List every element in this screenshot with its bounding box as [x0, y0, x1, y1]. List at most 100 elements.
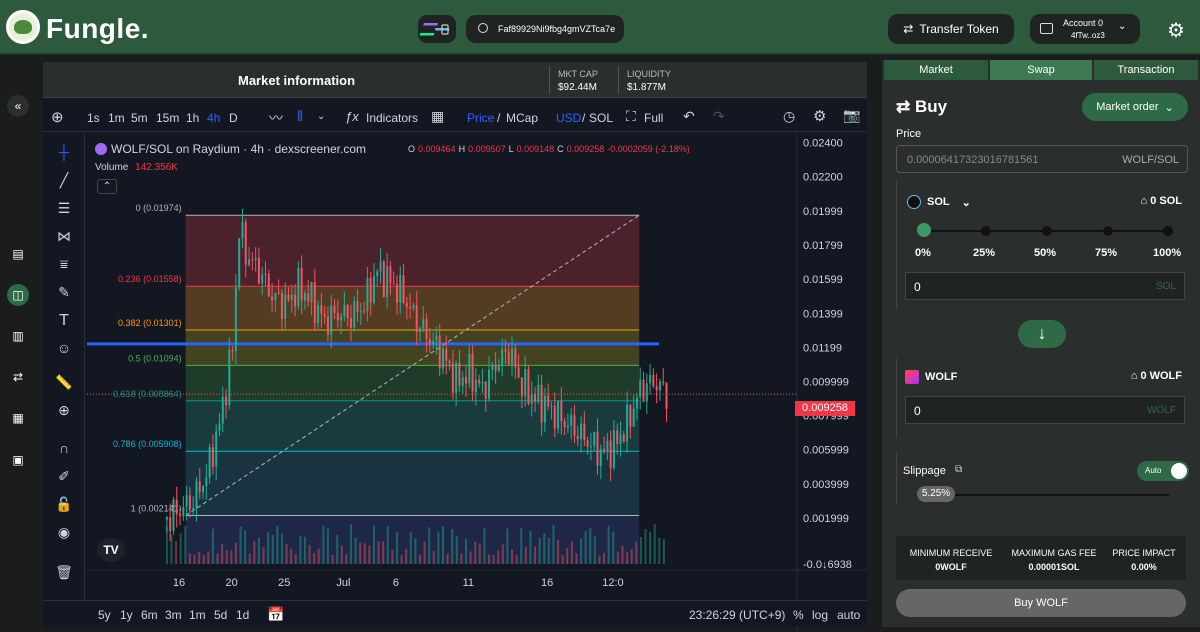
interval-d[interactable]: D	[229, 111, 238, 125]
full-button[interactable]: Full	[644, 111, 663, 125]
undo-icon[interactable]: ↶	[683, 108, 695, 125]
range-3m[interactable]: 3m	[165, 608, 182, 622]
percent-toggle[interactable]: %	[793, 608, 804, 622]
range-5d[interactable]: 5d	[214, 608, 227, 622]
usd-toggle[interactable]: USD	[556, 111, 581, 125]
price-unit: WOLF/SOL	[1122, 154, 1179, 166]
price-field[interactable]: 0.00006417323016781561 WOLF/SOL	[896, 145, 1188, 173]
interval-1s[interactable]: 1s	[87, 111, 100, 125]
range-5y[interactable]: 5y	[98, 608, 111, 622]
fullscreen-icon[interactable]: ⛶	[626, 108, 636, 125]
line-style-icon[interactable]: 〰	[269, 108, 283, 128]
pct-100[interactable]: 100%	[1153, 247, 1181, 259]
range-6m[interactable]: 6m	[141, 608, 158, 622]
slippage-card: Slippage ⧉ Auto 5.25%	[896, 452, 1190, 504]
layout-three-icon[interactable]: ▥	[7, 325, 29, 347]
slider-stop-50[interactable]	[1042, 226, 1052, 236]
brush-icon[interactable]: ✎	[53, 284, 75, 304]
fib-level-label: 0.382 (0.01301)	[118, 318, 182, 328]
interval-1h[interactable]: 1h	[186, 111, 199, 125]
range-1d[interactable]: 1d	[236, 608, 249, 622]
account-selector-button[interactable]: Account 0 4fTw..oz3 ⌄	[1030, 14, 1140, 44]
tradingview-logo[interactable]: TV	[97, 538, 125, 562]
frog-logo-icon[interactable]	[6, 10, 40, 44]
magnet-icon[interactable]: ∩	[53, 440, 75, 460]
tab-transaction[interactable]: Transaction	[1094, 60, 1198, 80]
add-symbol-icon[interactable]: ⊕	[51, 108, 64, 126]
slider-stop-25[interactable]	[981, 226, 991, 236]
price-toggle[interactable]: Price	[467, 111, 494, 125]
collapse-icon[interactable]: «	[7, 95, 29, 117]
eye-icon[interactable]: ◉	[53, 524, 75, 544]
emoji-icon[interactable]: ☺	[53, 340, 75, 360]
lock-icon[interactable]: 🔓	[53, 496, 75, 516]
fib-tools-icon[interactable]: ⩸	[53, 256, 75, 276]
wallet-nav-icon[interactable]: ▣	[7, 449, 29, 471]
pct-50[interactable]: 50%	[1034, 247, 1056, 259]
indicators-button[interactable]: Indicators	[366, 111, 418, 125]
interval-1m[interactable]: 1m	[108, 111, 125, 125]
interval-4h[interactable]: 4h	[207, 111, 220, 125]
candle-body	[234, 287, 237, 352]
layout-two-icon[interactable]: ◫	[7, 284, 29, 306]
candle-body	[241, 222, 244, 239]
chevron-down-icon[interactable]: ⌄	[317, 111, 325, 122]
log-toggle[interactable]: log	[812, 608, 828, 622]
price-chart[interactable]: 0 (0.01974) 0.236 (0.01558) 0.382 (0.01301…	[87, 134, 867, 632]
interval-15m[interactable]: 15m	[156, 111, 179, 125]
slippage-value[interactable]: 5.25%	[917, 486, 955, 502]
mcap-toggle[interactable]: MCap	[506, 111, 538, 125]
slider-stop-75[interactable]	[1103, 226, 1113, 236]
brand-name[interactable]: Fungle.	[46, 13, 149, 45]
slippage-auto-toggle[interactable]: Auto	[1137, 461, 1189, 481]
trash-icon[interactable]: 🗑	[53, 564, 75, 584]
templates-icon[interactable]: ▦	[431, 108, 444, 125]
pct-75[interactable]: 75%	[1095, 247, 1117, 259]
draw-lock-icon[interactable]: ✐	[53, 468, 75, 488]
text-tool-icon[interactable]: T	[53, 312, 75, 332]
camera-icon[interactable]: 📷	[843, 107, 860, 124]
zoom-in-icon[interactable]: ⊕	[53, 402, 75, 422]
amount-slider-thumb[interactable]	[917, 223, 931, 237]
auto-toggle[interactable]: auto	[837, 608, 860, 622]
candle-body	[202, 486, 205, 493]
wolf-amount-input[interactable]: 0 WOLF	[905, 396, 1185, 424]
order-type-dropdown[interactable]: Market order ⌄	[1082, 93, 1188, 121]
chart-nav-icon[interactable]: ▦	[7, 407, 29, 429]
tab-market[interactable]: Market	[884, 60, 988, 80]
chain-selector-button[interactable]	[418, 15, 456, 43]
swap-direction-button[interactable]: ↓	[1018, 320, 1066, 348]
redo-icon[interactable]: ↷	[713, 108, 725, 125]
swap-nav-icon[interactable]: ⇄	[7, 366, 29, 388]
crosshair-icon[interactable]: ┼	[53, 144, 75, 164]
candle-body	[448, 360, 451, 364]
interval-5m[interactable]: 5m	[131, 111, 148, 125]
ruler-icon[interactable]: 📏	[53, 374, 75, 394]
sol-token-selector[interactable]: SOL ⌄	[907, 195, 971, 209]
calendar-icon[interactable]: 📅	[267, 606, 284, 623]
pitchfork-icon[interactable]: ⋈	[53, 228, 75, 248]
buy-wolf-button[interactable]: Buy WOLF	[896, 589, 1186, 617]
transfer-token-button[interactable]: ⇄ Transfer Token	[888, 14, 1014, 44]
info-icon[interactable]: ⧉	[955, 464, 962, 475]
slider-stop-100[interactable]	[1163, 226, 1173, 236]
sol-amount-input[interactable]: 0 SOL	[905, 272, 1185, 300]
alert-icon[interactable]: ◷	[783, 108, 795, 125]
trend-line-icon[interactable]: ╱	[53, 172, 75, 192]
settings-icon[interactable]: ⚙	[1167, 18, 1185, 43]
range-1y[interactable]: 1y	[120, 608, 133, 622]
indicators-icon[interactable]: ƒx	[345, 109, 359, 124]
layout-one-icon[interactable]: ▤	[7, 243, 29, 265]
token-address-search[interactable]: Faf89929Ni9fbg4gmVZTca7e	[466, 15, 624, 43]
pct-25[interactable]: 25%	[973, 247, 995, 259]
pct-0[interactable]: 0%	[915, 247, 931, 259]
candles-icon[interactable]: ⫴	[297, 108, 303, 125]
chart-settings-icon[interactable]: ⚙	[813, 107, 826, 125]
collapse-legend-button[interactable]: ⌃	[97, 179, 117, 194]
horizontal-lines-icon[interactable]: ☰	[53, 200, 75, 220]
tab-swap[interactable]: Swap	[990, 60, 1092, 80]
volume-bar	[488, 554, 491, 564]
range-1m[interactable]: 1m	[189, 608, 206, 622]
volume-bar	[616, 551, 619, 564]
sol-toggle[interactable]: SOL	[589, 111, 613, 125]
